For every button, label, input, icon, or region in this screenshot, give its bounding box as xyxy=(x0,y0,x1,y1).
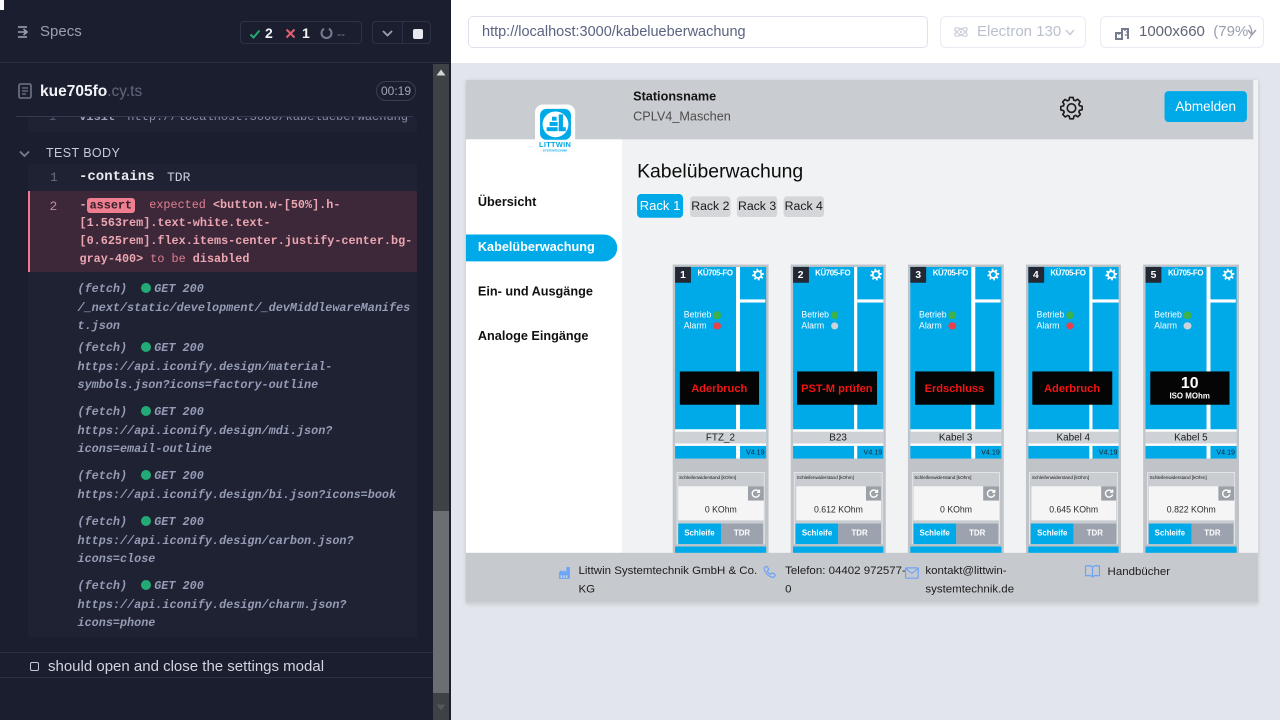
svg-text:LITTWIN: LITTWIN xyxy=(539,140,571,149)
svg-text:SYSTEMTECHNIK: SYSTEMTECHNIK xyxy=(543,149,568,153)
